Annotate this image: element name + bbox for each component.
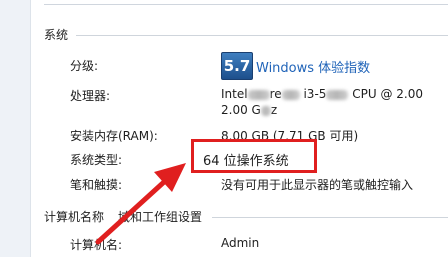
red-arrow-annotation	[95, 163, 186, 245]
arrow-shaft	[95, 179, 167, 245]
